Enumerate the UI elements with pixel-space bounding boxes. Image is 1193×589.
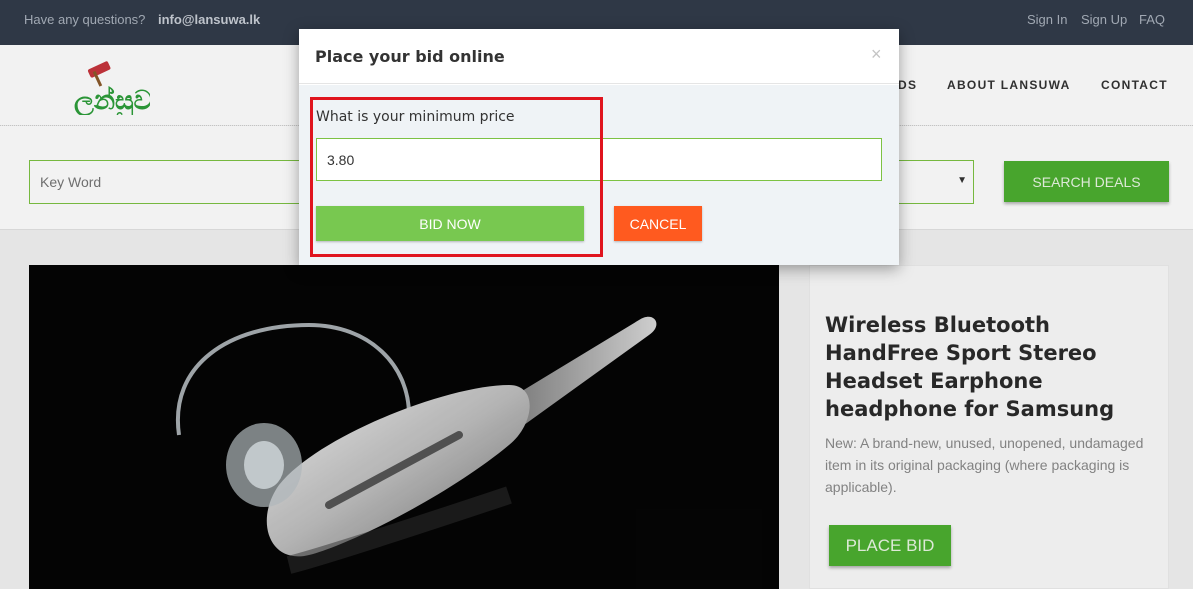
modal-header: Place your bid online × xyxy=(299,29,899,84)
min-price-label: What is your minimum price xyxy=(316,109,515,125)
modal-title: Place your bid online xyxy=(315,47,505,66)
bid-modal: Place your bid online × What is your min… xyxy=(299,29,899,265)
bid-now-button[interactable]: BID NOW xyxy=(316,206,584,241)
cancel-button[interactable]: CANCEL xyxy=(614,206,702,241)
min-price-input[interactable] xyxy=(316,138,882,181)
modal-body: What is your minimum price BID NOW CANCE… xyxy=(299,85,899,265)
close-icon[interactable]: × xyxy=(871,44,882,65)
